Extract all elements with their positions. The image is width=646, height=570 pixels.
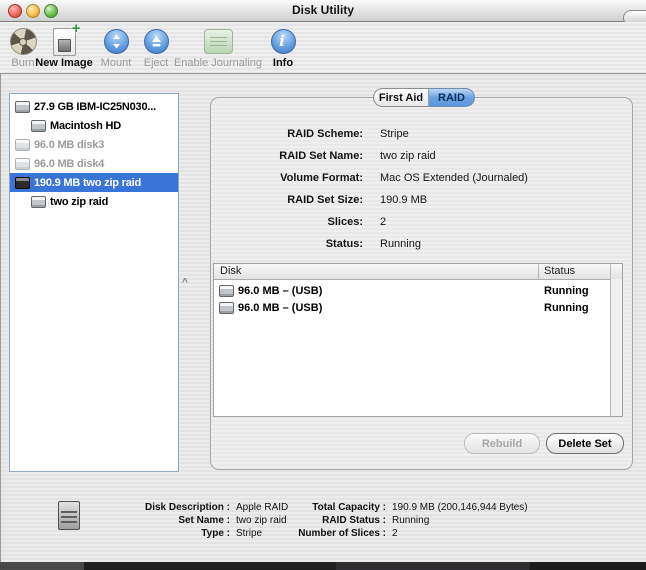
disk-list-item-disk3[interactable]: 96.0 MB disk3: [10, 135, 178, 154]
toolbar: Burn + New Image Mount: [0, 22, 646, 74]
slice-table-header: Disk Status: [214, 264, 622, 280]
field-label: RAID Set Name:: [215, 150, 363, 162]
disk-list-item-label: 96.0 MB disk4: [34, 158, 104, 170]
info-icon: i: [271, 29, 296, 54]
column-header-disk[interactable]: Disk: [220, 265, 241, 277]
raid-device-icon: [58, 501, 80, 530]
rebuild-button[interactable]: Rebuild: [464, 433, 540, 454]
field-value: 2: [380, 216, 386, 228]
enable-journaling-button: Enable Journaling: [163, 27, 273, 69]
field-label: Slices:: [215, 216, 363, 228]
caret-marker: ^: [182, 277, 188, 288]
new-image-label: New Image: [29, 57, 99, 69]
delete-set-button-label: Delete Set: [558, 438, 611, 450]
column-separator: [610, 264, 611, 279]
disk-list-item-disk4[interactable]: 96.0 MB disk4: [10, 154, 178, 173]
mount-label: Mount: [94, 57, 138, 69]
disk-icon: [15, 158, 30, 170]
disk-icon: [15, 139, 30, 151]
slice-disk-cell: 96.0 MB – (USB): [238, 302, 322, 314]
window-title: Disk Utility: [0, 3, 646, 17]
slice-row-1[interactable]: 96.0 MB – (USB) Running: [214, 282, 622, 299]
disk-utility-window: Disk Utility Burn + New Image: [0, 0, 646, 570]
journaling-icon: [204, 29, 233, 54]
desktop-edge: [0, 562, 646, 570]
content-area: 27.9 GB IBM-IC25N030... Macintosh HD 96.…: [0, 74, 646, 562]
disk-list-item-label: two zip raid: [50, 196, 108, 208]
slice-disk-cell: 96.0 MB – (USB): [238, 285, 322, 297]
footer-label: Disk Description :: [90, 502, 230, 513]
disk-icon: [15, 101, 30, 113]
footer-value: 190.9 MB (200,146,944 Bytes): [392, 502, 528, 513]
tab-raid-label: RAID: [438, 92, 465, 104]
enable-journaling-label: Enable Journaling: [163, 57, 273, 69]
column-header-status[interactable]: Status: [544, 265, 575, 277]
volume-icon: [31, 196, 46, 208]
new-image-icon: +: [53, 28, 76, 56]
field-label: RAID Set Size:: [215, 194, 363, 206]
footer-label: Number of Slices :: [246, 528, 386, 539]
disk-list-item-ibm[interactable]: 27.9 GB IBM-IC25N030...: [10, 97, 178, 116]
disk-list-item-label: 96.0 MB disk3: [34, 139, 104, 151]
disk-list-item-raid-set-selected[interactable]: 190.9 MB two zip raid: [10, 173, 178, 192]
disk-icon: [219, 285, 234, 297]
field-value: Running: [380, 238, 421, 250]
field-value: Mac OS Extended (Journaled): [380, 172, 528, 184]
disk-list-item-raid-volume[interactable]: two zip raid: [10, 192, 178, 211]
tab-bar: First Aid RAID: [373, 88, 475, 107]
table-scrollbar[interactable]: [610, 279, 622, 416]
column-separator: [538, 264, 539, 279]
field-value: two zip raid: [380, 150, 436, 162]
footer-label: Type :: [90, 528, 230, 539]
disk-list-item-label: Macintosh HD: [50, 120, 121, 132]
slice-row-2[interactable]: 96.0 MB – (USB) Running: [214, 299, 622, 316]
disk-list-item-label: 27.9 GB IBM-IC25N030...: [34, 101, 156, 113]
mount-button: Mount: [94, 27, 138, 69]
tab-first-aid[interactable]: First Aid: [373, 88, 429, 107]
raid-disk-icon: [15, 177, 30, 189]
field-label: Status:: [215, 238, 363, 250]
field-value: 190.9 MB: [380, 194, 427, 206]
mount-icon: [104, 29, 129, 54]
footer-label: RAID Status :: [246, 515, 386, 526]
footer-label: Total Capacity :: [246, 502, 386, 513]
footer-value: 2: [392, 528, 398, 539]
info-button[interactable]: i Info: [263, 27, 303, 69]
volume-icon: [31, 120, 46, 132]
plus-badge-icon: +: [72, 22, 81, 36]
disk-image-glyph: [58, 39, 71, 52]
slice-table: Disk Status 96.0 MB – (USB) Running 96.0…: [213, 263, 623, 417]
delete-set-button[interactable]: Delete Set: [546, 433, 624, 454]
slice-status-cell: Running: [544, 302, 589, 314]
slice-status-cell: Running: [544, 285, 589, 297]
tab-raid[interactable]: RAID: [429, 88, 475, 107]
info-label: Info: [263, 57, 303, 69]
field-label: RAID Scheme:: [215, 128, 363, 140]
footer-label: Set Name :: [90, 515, 230, 526]
disk-list-item-macintosh-hd[interactable]: Macintosh HD: [10, 116, 178, 135]
rebuild-button-label: Rebuild: [482, 438, 522, 450]
new-image-button[interactable]: + New Image: [29, 27, 99, 69]
disk-list-item-label: 190.9 MB two zip raid: [34, 177, 141, 189]
footer-value: Running: [392, 515, 429, 526]
tab-first-aid-label: First Aid: [379, 92, 423, 104]
field-label: Volume Format:: [215, 172, 363, 184]
disk-list: 27.9 GB IBM-IC25N030... Macintosh HD 96.…: [9, 93, 179, 472]
field-value: Stripe: [380, 128, 409, 140]
disk-icon: [219, 302, 234, 314]
title-bar: Disk Utility: [0, 0, 646, 22]
